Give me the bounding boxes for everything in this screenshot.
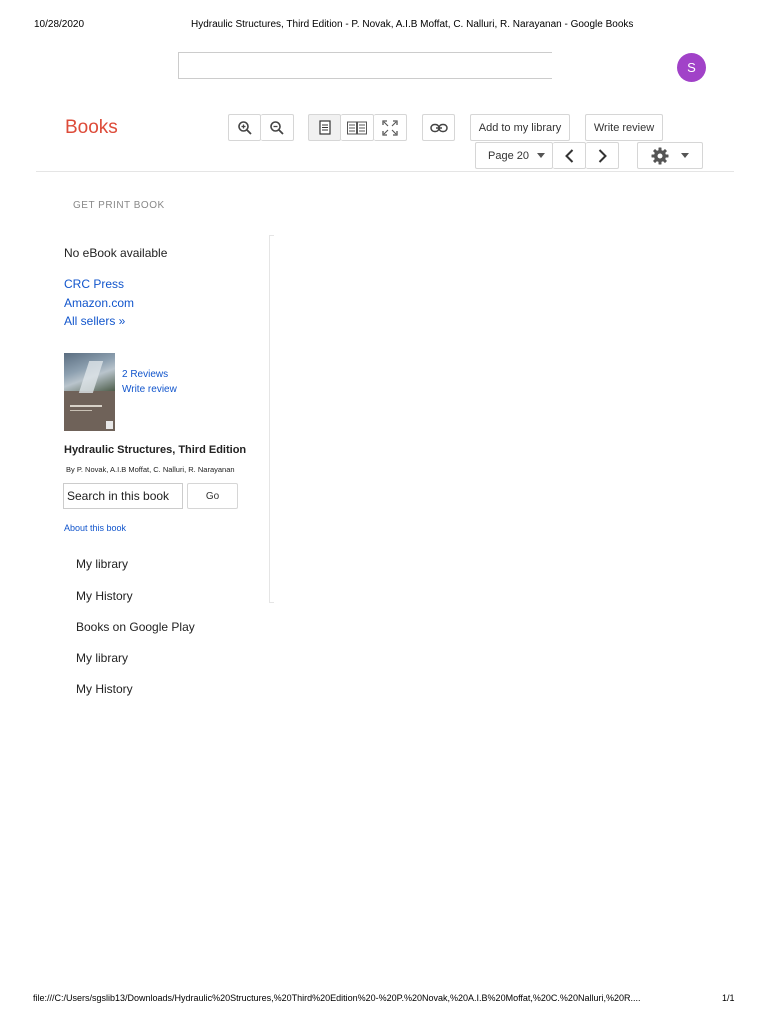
book-title: Hydraulic Structures, Third Edition: [64, 444, 247, 456]
search-in-book-input[interactable]: Search in this book: [63, 483, 183, 509]
single-page-view-button[interactable]: [308, 114, 341, 141]
zoom-in-icon: [237, 120, 252, 135]
write-review-button[interactable]: Write review: [585, 114, 663, 141]
book-cover-image[interactable]: [64, 353, 115, 431]
nav-books-on-google-play[interactable]: Books on Google Play: [76, 620, 195, 634]
print-footer-page: 1/1: [722, 993, 735, 1003]
viewer-border-tick: [269, 235, 274, 236]
gear-icon: [651, 147, 669, 164]
zoom-group: [228, 114, 294, 141]
next-page-button[interactable]: [586, 142, 619, 169]
two-page-view-button[interactable]: [341, 114, 374, 141]
link-icon: [429, 123, 448, 132]
about-this-book-link[interactable]: About this book: [64, 523, 126, 533]
viewer-border-tick: [269, 602, 274, 603]
previous-page-button[interactable]: [553, 142, 586, 169]
zoom-in-button[interactable]: [228, 114, 261, 141]
viewer-left-border: [269, 235, 270, 603]
books-logo[interactable]: Books: [65, 117, 118, 139]
zoom-out-button[interactable]: [261, 114, 294, 141]
settings-button[interactable]: [637, 142, 703, 169]
book-authors: By P. Novak, A.I.B Moffat, C. Nalluri, R…: [66, 465, 235, 474]
search-input[interactable]: [178, 52, 552, 79]
caret-down-icon: [536, 153, 545, 158]
page-label: Page 20: [488, 149, 529, 162]
caret-down-icon: [681, 153, 689, 158]
page-selector[interactable]: Page 20: [475, 142, 553, 169]
seller-link-all-sellers[interactable]: All sellers »: [64, 314, 125, 328]
nav-my-history[interactable]: My History: [76, 589, 133, 603]
reviews-link[interactable]: 2 Reviews: [122, 369, 168, 380]
write-review-link[interactable]: Write review: [122, 384, 177, 395]
nav-my-library[interactable]: My library: [76, 557, 128, 571]
seller-link-crc-press[interactable]: CRC Press: [64, 277, 124, 291]
add-to-library-button[interactable]: Add to my library: [470, 114, 570, 141]
get-print-book-heading[interactable]: GET PRINT BOOK: [73, 200, 165, 211]
chevron-left-icon: [564, 148, 573, 163]
nav-my-library[interactable]: My library: [76, 651, 128, 665]
seller-link-amazon[interactable]: Amazon.com: [64, 296, 134, 310]
go-button[interactable]: Go: [187, 483, 238, 509]
nav-my-history[interactable]: My History: [76, 682, 133, 696]
header-divider: [36, 171, 734, 172]
no-ebook-text: No eBook available: [64, 246, 168, 260]
two-page-icon: [347, 121, 367, 134]
fullscreen-button[interactable]: [374, 114, 407, 141]
single-page-icon: [318, 120, 331, 135]
print-date: 10/28/2020: [34, 19, 85, 30]
chevron-right-icon: [598, 148, 607, 163]
print-title: Hydraulic Structures, Third Edition - P.…: [191, 19, 634, 30]
account-avatar[interactable]: S: [677, 53, 706, 82]
view-mode-group: [308, 114, 407, 141]
zoom-out-icon: [270, 120, 284, 135]
print-footer-path: file:///C:/Users/sgslib13/Downloads/Hydr…: [33, 993, 641, 1003]
fullscreen-icon: [382, 119, 398, 136]
link-button[interactable]: [422, 114, 455, 141]
